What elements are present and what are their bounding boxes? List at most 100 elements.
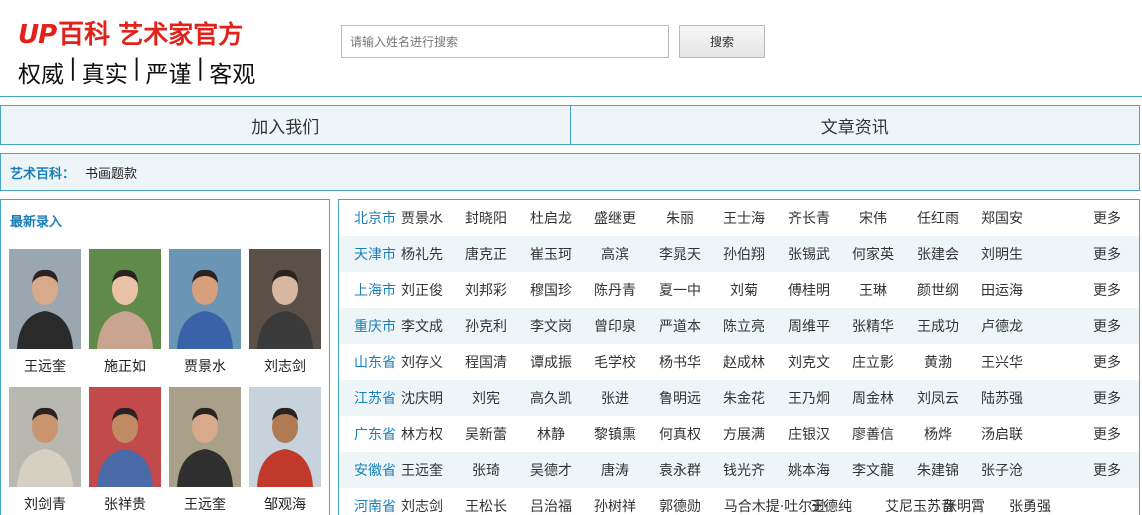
person-card[interactable]: 贾景水: [169, 249, 241, 387]
artist-link[interactable]: 张明霄: [932, 496, 996, 515]
artist-link[interactable]: 曾印泉: [583, 316, 647, 336]
artist-link[interactable]: 朱金花: [712, 388, 776, 408]
artist-link[interactable]: 张建会: [906, 244, 970, 264]
artist-link[interactable]: 李文龍: [841, 460, 905, 480]
artist-link[interactable]: 盛继更: [583, 208, 647, 228]
artist-link[interactable]: 王松长: [454, 496, 518, 515]
artist-link[interactable]: 毛学校: [583, 352, 647, 372]
person-card[interactable]: 王远奎: [9, 249, 81, 387]
artist-link[interactable]: 孙克利: [454, 316, 518, 336]
artist-link[interactable]: 姚本海: [777, 460, 841, 480]
artist-link[interactable]: 黄渤: [906, 352, 970, 372]
artist-link[interactable]: 宋伟: [841, 208, 905, 228]
artist-link[interactable]: 林静: [519, 424, 583, 444]
artist-link[interactable]: 贾景水: [390, 208, 454, 228]
nav-articles[interactable]: 文章资讯: [569, 106, 1140, 144]
artist-link[interactable]: 王乃炯: [777, 388, 841, 408]
artist-link[interactable]: 杜启龙: [519, 208, 583, 228]
site-logo[interactable]: UP 百科 艺术家官方 权威 | 真实 | 严谨 | 客观: [18, 14, 260, 89]
artist-link[interactable]: 卢德龙: [970, 316, 1034, 336]
artist-link[interactable]: 王兴华: [970, 352, 1034, 372]
artist-link[interactable]: 刘邦彩: [454, 280, 518, 300]
artist-link[interactable]: 刘菊: [712, 280, 776, 300]
artist-link[interactable]: 刘宪: [454, 388, 518, 408]
artist-link[interactable]: 张锡武: [777, 244, 841, 264]
artist-link[interactable]: 郭德勋: [648, 496, 712, 515]
artist-link[interactable]: 夏一中: [648, 280, 712, 300]
artist-link[interactable]: 李文岗: [519, 316, 583, 336]
artist-link[interactable]: 周维平: [777, 316, 841, 336]
artist-link[interactable]: 唐克正: [454, 244, 518, 264]
artist-link[interactable]: 谭成振: [519, 352, 583, 372]
artist-link[interactable]: 任红雨: [906, 208, 970, 228]
portrait-photo[interactable]: [9, 387, 81, 487]
artist-link[interactable]: 高滨: [583, 244, 647, 264]
artist-link[interactable]: 朱建锦: [906, 460, 970, 480]
artist-link[interactable]: 王琳: [841, 280, 905, 300]
breadcrumb-current[interactable]: 书画题款: [85, 163, 137, 182]
artist-link[interactable]: 李文成: [390, 316, 454, 336]
portrait-photo[interactable]: [249, 249, 321, 349]
artist-link[interactable]: 鲁明远: [648, 388, 712, 408]
artist-link[interactable]: 孙伯翔: [712, 244, 776, 264]
more-link[interactable]: 更多: [1093, 208, 1121, 228]
person-name[interactable]: 刘剑青: [9, 494, 81, 514]
artist-link[interactable]: 朱丽: [648, 208, 712, 228]
artist-link[interactable]: 王德纯: [799, 496, 863, 515]
artist-link[interactable]: 何真权: [648, 424, 712, 444]
person-card[interactable]: 刘剑青: [9, 387, 81, 515]
artist-link[interactable]: 田运海: [970, 280, 1034, 300]
person-card[interactable]: 张祥贵: [89, 387, 161, 515]
more-link[interactable]: 更多: [1093, 352, 1121, 372]
artist-link[interactable]: 郑国安: [970, 208, 1034, 228]
more-link[interactable]: 更多: [1093, 460, 1121, 480]
person-name[interactable]: 施正如: [89, 356, 161, 376]
person-card[interactable]: 刘志剑: [249, 249, 321, 387]
person-card[interactable]: 邹观海: [249, 387, 321, 515]
person-name[interactable]: 王远奎: [9, 356, 81, 376]
portrait-photo[interactable]: [9, 249, 81, 349]
artist-link[interactable]: 黎镇熏: [583, 424, 647, 444]
artist-link[interactable]: 严道本: [648, 316, 712, 336]
artist-link[interactable]: 封晓阳: [454, 208, 518, 228]
artist-link[interactable]: 张勇强: [998, 496, 1062, 515]
artist-link[interactable]: 刘正俊: [390, 280, 454, 300]
person-name[interactable]: 王远奎: [169, 494, 241, 514]
portrait-photo[interactable]: [89, 387, 161, 487]
artist-link[interactable]: 傅桂明: [777, 280, 841, 300]
artist-link[interactable]: 张精华: [841, 316, 905, 336]
artist-link[interactable]: 陈立亮: [712, 316, 776, 336]
artist-link[interactable]: 刘志剑: [390, 496, 454, 515]
artist-link[interactable]: 刘凤云: [906, 388, 970, 408]
search-button[interactable]: 搜索: [679, 25, 765, 58]
artist-link[interactable]: 杨礼先: [390, 244, 454, 264]
artist-link[interactable]: 庄立影: [841, 352, 905, 372]
artist-link[interactable]: 沈庆明: [390, 388, 454, 408]
portrait-photo[interactable]: [89, 249, 161, 349]
person-card[interactable]: 施正如: [89, 249, 161, 387]
artist-link[interactable]: 庄银汉: [777, 424, 841, 444]
person-name[interactable]: 贾景水: [169, 356, 241, 376]
artist-link[interactable]: 陆苏强: [970, 388, 1034, 408]
artist-link[interactable]: 林方权: [390, 424, 454, 444]
portrait-photo[interactable]: [169, 249, 241, 349]
artist-link[interactable]: 陈丹青: [583, 280, 647, 300]
artist-link[interactable]: 程国清: [454, 352, 518, 372]
portrait-photo[interactable]: [249, 387, 321, 487]
artist-link[interactable]: 张琦: [454, 460, 518, 480]
artist-link[interactable]: 王成功: [906, 316, 970, 336]
artist-link[interactable]: 刘明生: [970, 244, 1034, 264]
artist-link[interactable]: 何家英: [841, 244, 905, 264]
artist-link[interactable]: 穆国珍: [519, 280, 583, 300]
more-link[interactable]: 更多: [1093, 316, 1121, 336]
person-name[interactable]: 邹观海: [249, 494, 321, 514]
person-name[interactable]: 张祥贵: [89, 494, 161, 514]
artist-link[interactable]: 王士海: [712, 208, 776, 228]
artist-link[interactable]: 刘存义: [390, 352, 454, 372]
artist-link[interactable]: 崔玉珂: [519, 244, 583, 264]
artist-link[interactable]: 周金林: [841, 388, 905, 408]
artist-link[interactable]: 吴新蕾: [454, 424, 518, 444]
search-input[interactable]: [341, 25, 669, 58]
artist-link[interactable]: 杨烨: [906, 424, 970, 444]
artist-link[interactable]: 钱光齐: [712, 460, 776, 480]
